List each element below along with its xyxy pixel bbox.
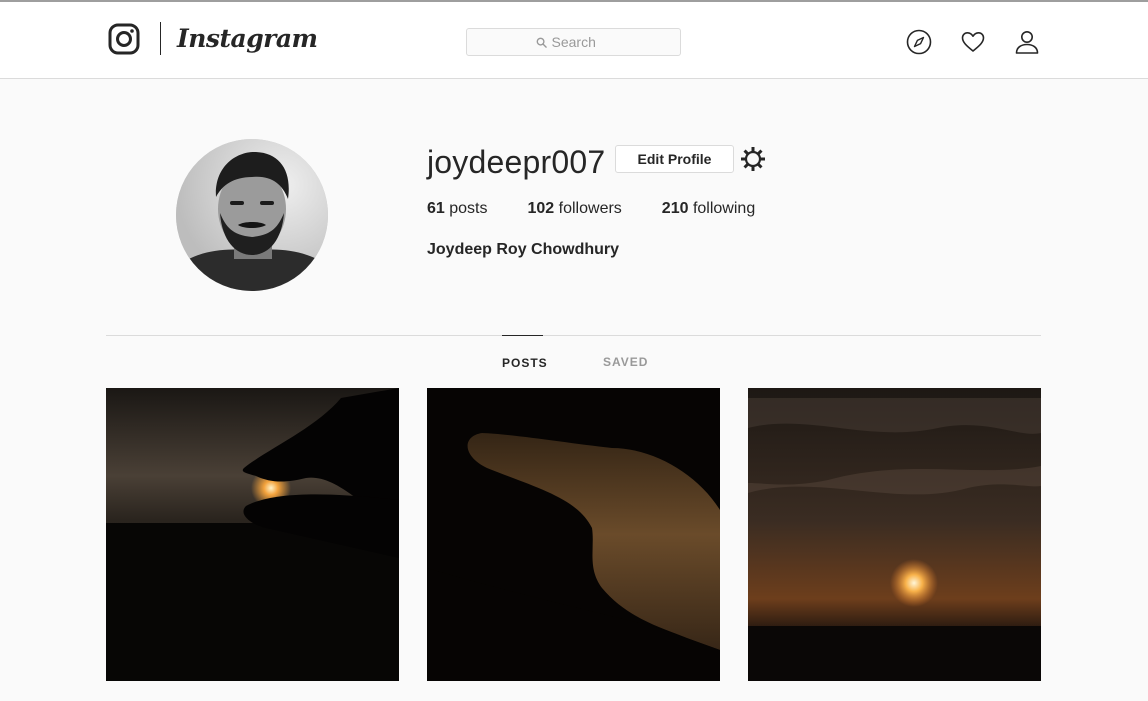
- profile-full-name: Joydeep Roy Chowdhury: [427, 241, 620, 258]
- tab-posts[interactable]: POSTS: [502, 335, 547, 375]
- followers-stat[interactable]: 102 followers: [528, 198, 622, 220]
- heart-icon[interactable]: [960, 29, 986, 55]
- following-count: 210: [661, 200, 689, 217]
- search-box[interactable]: [466, 28, 681, 56]
- profile-stats: 61 posts 102 followers 210 following: [427, 198, 795, 220]
- tabs-divider: [106, 335, 1041, 336]
- followers-label: followers: [558, 200, 622, 217]
- avatar-photo: [176, 139, 328, 291]
- posts-label: posts: [449, 200, 488, 217]
- post-thumbnail[interactable]: [106, 388, 399, 681]
- gear-icon[interactable]: [741, 147, 765, 171]
- post-thumbnail[interactable]: [427, 388, 720, 681]
- user-icon[interactable]: [1014, 29, 1040, 55]
- compass-icon[interactable]: [906, 29, 932, 55]
- search-icon: [536, 37, 547, 48]
- tab-saved[interactable]: SAVED: [603, 335, 648, 375]
- posts-stat[interactable]: 61 posts: [427, 198, 488, 220]
- instagram-glyph-icon[interactable]: [108, 23, 140, 55]
- following-label: following: [692, 200, 756, 217]
- search-input[interactable]: [551, 34, 612, 50]
- profile-avatar[interactable]: [176, 139, 328, 291]
- logo-divider: [160, 22, 161, 55]
- post-thumbnail[interactable]: [748, 388, 1041, 681]
- profile-username: joydeepr007: [427, 144, 606, 180]
- following-stat[interactable]: 210 following: [662, 198, 755, 220]
- followers-count: 102: [527, 200, 555, 217]
- edit-profile-button[interactable]: Edit Profile: [615, 145, 734, 173]
- instagram-wordmark[interactable]: Instagram: [177, 19, 318, 59]
- post-image: [427, 388, 720, 681]
- top-nav: Instagram: [0, 2, 1148, 79]
- post-image: [106, 388, 399, 681]
- posts-count: 61: [427, 200, 445, 217]
- post-image: [748, 388, 1041, 681]
